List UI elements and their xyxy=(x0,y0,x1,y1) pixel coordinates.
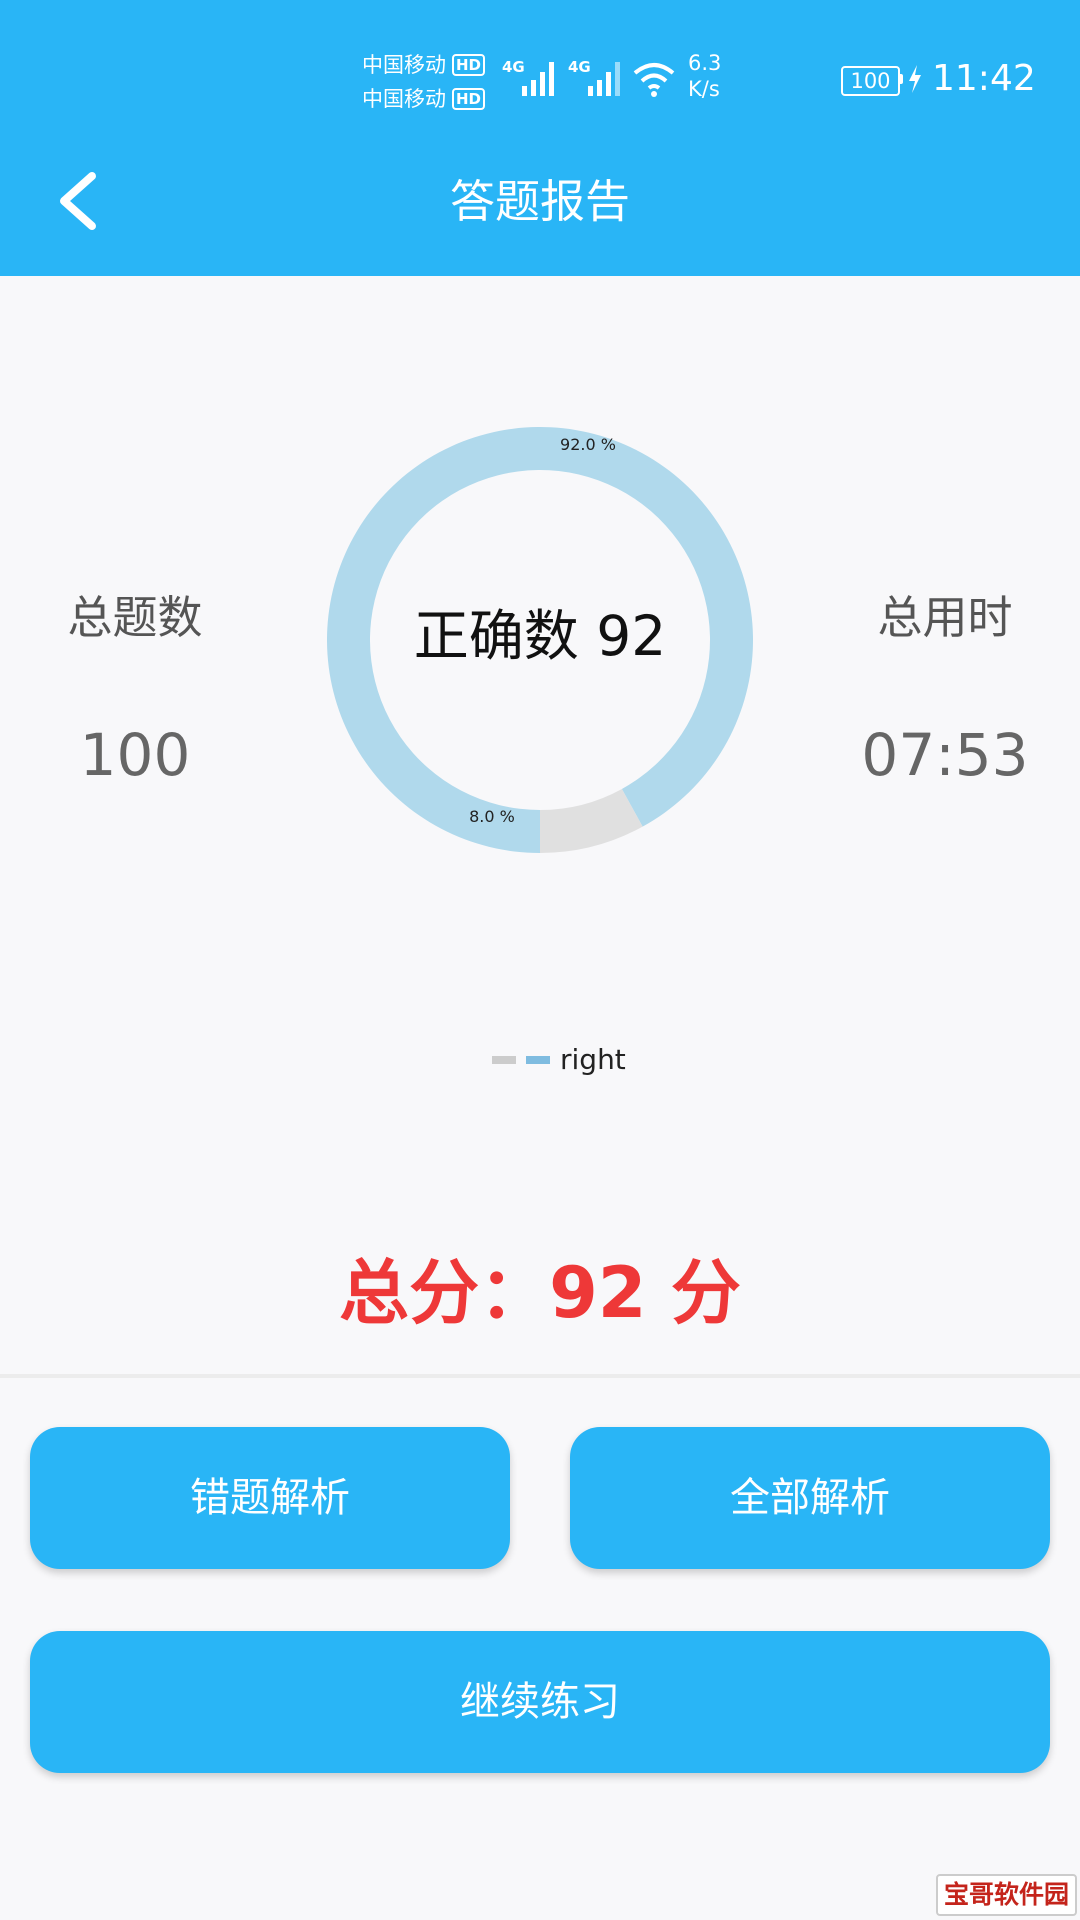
status-time: 11:42 xyxy=(932,58,1036,99)
wrong-analysis-button[interactable]: 错题解析 xyxy=(30,1427,510,1569)
legend-swatch-gray xyxy=(492,1056,516,1064)
hd-badge-1: HD xyxy=(452,54,486,76)
carrier-1: 中国移动 xyxy=(362,53,446,77)
app-bar: 中国移动 HD 中国移动 HD 4G 4G 6.3 K/s 100 11:42 … xyxy=(0,0,1080,276)
legend-label: right xyxy=(560,1043,626,1076)
signal-icon: 4G xyxy=(568,58,620,96)
legend-swatch-blue xyxy=(526,1056,550,1064)
all-analysis-button[interactable]: 全部解析 xyxy=(570,1427,1050,1569)
total-questions-label: 总题数 xyxy=(67,591,203,644)
speed-value: 6.3 xyxy=(688,51,722,75)
carrier-info: 中国移动 HD 中国移动 HD xyxy=(362,48,486,116)
charging-icon xyxy=(909,65,921,93)
hd-badge-2: HD xyxy=(452,88,486,110)
watermark: 宝哥软件园 xyxy=(936,1874,1077,1916)
network-type-1: 4G xyxy=(502,58,525,76)
correct-count: 正确数 92 xyxy=(413,604,667,668)
slice-label-correct: 92.0 % xyxy=(560,435,616,454)
wifi-icon xyxy=(633,63,675,97)
speed-unit: K/s xyxy=(688,77,720,101)
chart-legend: right xyxy=(492,1042,626,1078)
continue-practice-button[interactable]: 继续练习 xyxy=(30,1631,1050,1773)
network-speed: 6.3 K/s xyxy=(688,50,721,102)
total-time-value: 07:53 xyxy=(861,721,1029,789)
total-questions-value: 100 xyxy=(79,721,191,789)
carrier-2: 中国移动 xyxy=(362,87,446,111)
network-type-2: 4G xyxy=(568,58,591,76)
slice-label-wrong: 8.0 % xyxy=(469,807,515,826)
battery-tip xyxy=(899,74,903,84)
divider xyxy=(0,1374,1080,1378)
signal-icon: 4G xyxy=(502,58,554,96)
total-time-label: 总用时 xyxy=(877,591,1013,644)
battery-icon: 100 xyxy=(841,66,900,96)
page-title: 答题报告 xyxy=(449,175,630,228)
total-score: 总分：92 分 xyxy=(339,1252,741,1334)
